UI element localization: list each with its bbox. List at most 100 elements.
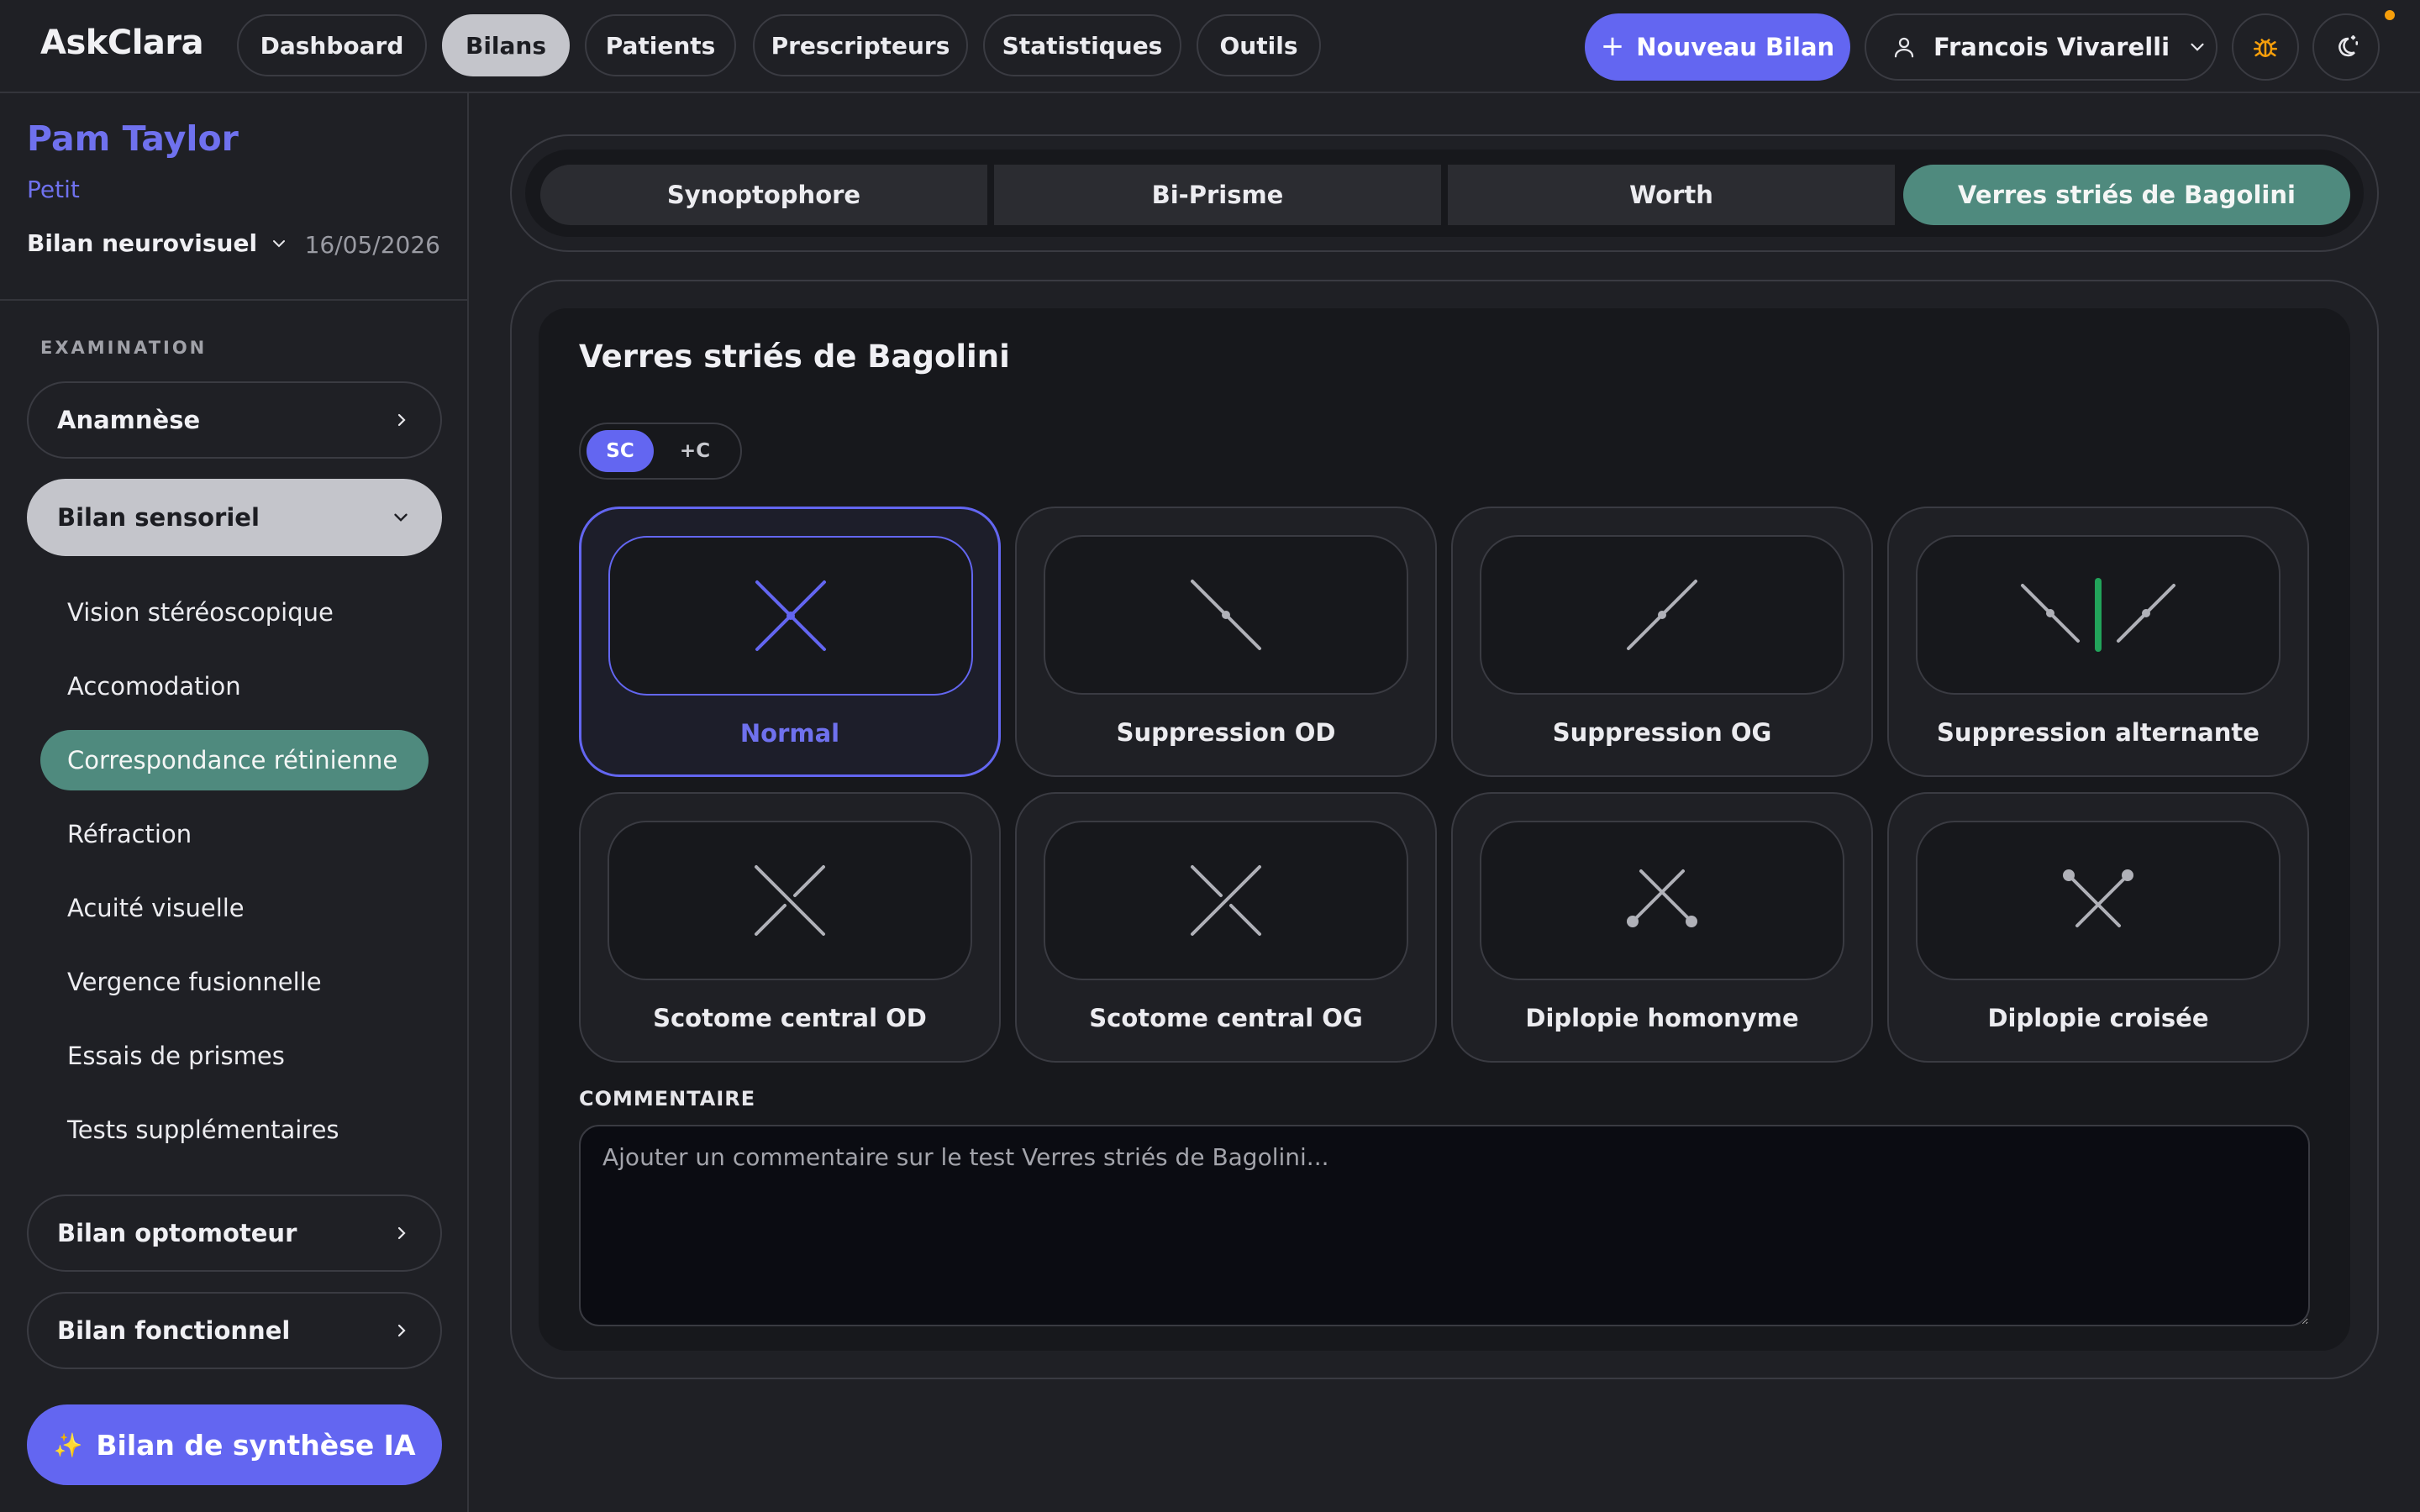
bagolini-suppression-od-icon bbox=[1184, 573, 1268, 657]
sidebar-item-accomodation[interactable]: Accomodation bbox=[40, 656, 268, 717]
new-bilan-label: Nouveau Bilan bbox=[1636, 33, 1835, 61]
option-suppression-od[interactable]: Suppression OD bbox=[1015, 507, 1437, 777]
sidebar-item-acuite-visuelle[interactable]: Acuité visuelle bbox=[40, 878, 271, 938]
ai-synthesis-button[interactable]: ✨ Bilan de synthèse IA bbox=[27, 1404, 442, 1485]
option-label: Normal bbox=[739, 719, 840, 748]
chevron-right-icon bbox=[392, 1320, 412, 1341]
sidebar-item-refraction[interactable]: Réfraction bbox=[40, 804, 218, 864]
option-suppression-alternante[interactable]: Suppression alternante bbox=[1887, 507, 2309, 777]
nav-patients[interactable]: Patients bbox=[585, 14, 736, 76]
sparkles-icon: ✨ bbox=[53, 1431, 83, 1459]
sidebar-item-label: Acuité visuelle bbox=[67, 894, 245, 922]
option-label: Diplopie homonyme bbox=[1525, 1004, 1799, 1032]
bagolini-scotome-og-icon bbox=[1184, 858, 1268, 942]
sidebar-group-label: Bilan sensoriel bbox=[57, 503, 260, 532]
option-image bbox=[1480, 821, 1844, 980]
option-label: Suppression alternante bbox=[1937, 718, 2260, 747]
option-label: Scotome central OD bbox=[653, 1004, 927, 1032]
patient-subtitle: Petit bbox=[27, 176, 80, 203]
bagolini-normal-icon bbox=[749, 574, 833, 658]
test-panel: Verres striés de Bagolini SC +C Normal S… bbox=[510, 280, 2379, 1379]
sidebar-item-correspondance-retinienne[interactable]: Correspondance rétinienne bbox=[40, 730, 429, 790]
sidebar-group-bilan-optomoteur[interactable]: Bilan optomoteur bbox=[27, 1194, 442, 1272]
sidebar-group-bilan-fonctionnel[interactable]: Bilan fonctionnel bbox=[27, 1292, 442, 1369]
correction-toggle: SC +C bbox=[579, 423, 742, 480]
option-label: Suppression OG bbox=[1552, 718, 1772, 747]
option-normal[interactable]: Normal bbox=[579, 507, 1001, 777]
tab-synoptophore[interactable]: Synoptophore bbox=[540, 165, 987, 225]
nav-bilans-label: Bilans bbox=[465, 31, 547, 60]
chevron-down-icon bbox=[2186, 36, 2208, 58]
section-label-examination: EXAMINATION bbox=[40, 338, 208, 358]
tab-bi-prisme[interactable]: Bi-Prisme bbox=[994, 165, 1441, 225]
toggle-sans-correction[interactable]: SC bbox=[587, 430, 654, 472]
user-menu[interactable]: Francois Vivarelli bbox=[1865, 13, 2217, 81]
user-name: Francois Vivarelli bbox=[1933, 33, 2170, 61]
sidebar-item-essais-de-prismes[interactable]: Essais de prismes bbox=[40, 1026, 312, 1086]
toggle-label: +C bbox=[679, 440, 711, 462]
sidebar-group-bilan-sensoriel[interactable]: Bilan sensoriel bbox=[27, 479, 442, 556]
test-panel-content: Verres striés de Bagolini SC +C Normal S… bbox=[539, 308, 2350, 1351]
bagolini-suppression-og-icon bbox=[1620, 573, 1704, 657]
nav-bilans[interactable]: Bilans bbox=[442, 14, 570, 76]
nav-prescripteurs[interactable]: Prescripteurs bbox=[753, 14, 968, 76]
sidebar-item-label: Tests supplémentaires bbox=[67, 1116, 339, 1144]
chevron-down-icon bbox=[269, 234, 289, 254]
sidebar-item-tests-supplementaires[interactable]: Tests supplémentaires bbox=[40, 1100, 366, 1160]
top-navbar: AskClara Dashboard Bilans Patients Presc… bbox=[0, 0, 2420, 93]
comment-label: COMMENTAIRE bbox=[579, 1087, 756, 1110]
panel-title: Verres striés de Bagolini bbox=[579, 339, 1010, 375]
option-diplopie-croisee[interactable]: Diplopie croisée bbox=[1887, 792, 2309, 1063]
app-logo[interactable]: AskClara bbox=[40, 24, 204, 62]
ai-synthesis-label: Bilan de synthèse IA bbox=[96, 1428, 416, 1462]
bilan-type-select[interactable]: Bilan neurovisuel bbox=[27, 229, 289, 257]
sidebar-item-label: Correspondance rétinienne bbox=[67, 746, 398, 774]
nav-statistiques-label: Statistiques bbox=[1002, 31, 1163, 60]
option-label: Suppression OD bbox=[1116, 718, 1336, 747]
option-label: Diplopie croisée bbox=[1987, 1004, 2209, 1032]
option-scotome-central-od[interactable]: Scotome central OD bbox=[579, 792, 1001, 1063]
theme-toggle-button[interactable] bbox=[2312, 13, 2380, 81]
user-icon bbox=[1891, 34, 1917, 60]
tab-label: Worth bbox=[1629, 181, 1713, 209]
option-image bbox=[1044, 821, 1408, 980]
bagolini-suppression-alternante-icon bbox=[2014, 573, 2182, 657]
notification-dot bbox=[2385, 10, 2395, 20]
option-suppression-og[interactable]: Suppression OG bbox=[1451, 507, 1873, 777]
patient-name[interactable]: Pam Taylor bbox=[27, 118, 239, 159]
bug-icon bbox=[2251, 33, 2280, 61]
nav-statistiques[interactable]: Statistiques bbox=[983, 14, 1181, 76]
option-image bbox=[1916, 535, 2281, 695]
bilan-type-label: Bilan neurovisuel bbox=[27, 229, 258, 257]
sidebar-group-label: Anamnèse bbox=[57, 406, 201, 434]
nav-prescripteurs-label: Prescripteurs bbox=[771, 31, 950, 60]
sidebar-item-label: Essais de prismes bbox=[67, 1042, 285, 1070]
option-image bbox=[608, 821, 972, 980]
option-image bbox=[1916, 821, 2281, 980]
tab-label: Synoptophore bbox=[666, 181, 861, 209]
test-tabs-track: Synoptophore Bi-Prisme Worth Verres stri… bbox=[525, 150, 2364, 237]
nav-dashboard[interactable]: Dashboard bbox=[237, 14, 427, 76]
tab-label: Bi-Prisme bbox=[1151, 181, 1284, 209]
nav-outils[interactable]: Outils bbox=[1197, 14, 1321, 76]
bagolini-diplopie-homonyme-icon bbox=[1620, 867, 1704, 934]
sidebar: Pam Taylor Petit Bilan neurovisuel 16/05… bbox=[0, 93, 469, 1512]
sidebar-item-label: Vision stéréoscopique bbox=[67, 598, 334, 627]
nav-outils-label: Outils bbox=[1219, 31, 1298, 60]
option-diplopie-homonyme[interactable]: Diplopie homonyme bbox=[1451, 792, 1873, 1063]
sidebar-item-vision-stereoscopique[interactable]: Vision stéréoscopique bbox=[40, 582, 360, 643]
sidebar-group-anamnese[interactable]: Anamnèse bbox=[27, 381, 442, 459]
nav-patients-label: Patients bbox=[605, 31, 716, 60]
tab-worth[interactable]: Worth bbox=[1448, 165, 1895, 225]
option-scotome-central-og[interactable]: Scotome central OG bbox=[1015, 792, 1437, 1063]
new-bilan-button[interactable]: + Nouveau Bilan bbox=[1585, 13, 1850, 81]
option-image bbox=[608, 536, 973, 696]
toggle-avec-correction[interactable]: +C bbox=[661, 430, 729, 472]
bug-report-button[interactable] bbox=[2232, 13, 2299, 81]
option-image bbox=[1044, 535, 1408, 695]
tab-verres-stries-de-bagolini[interactable]: Verres striés de Bagolini bbox=[1903, 165, 2350, 225]
comment-textarea[interactable] bbox=[579, 1125, 2310, 1326]
bagolini-diplopie-croisee-icon bbox=[2056, 867, 2140, 934]
chevron-right-icon bbox=[392, 1223, 412, 1243]
sidebar-item-vergence-fusionnelle[interactable]: Vergence fusionnelle bbox=[40, 952, 349, 1012]
